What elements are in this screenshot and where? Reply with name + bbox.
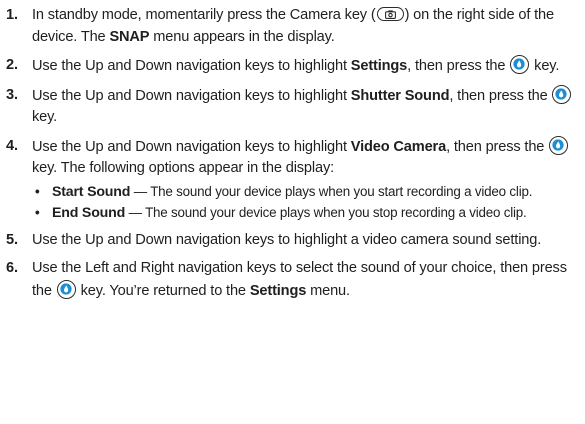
step-5: 5. Use the Up and Down navigation keys t… bbox=[6, 230, 579, 252]
step-number: 1. bbox=[6, 7, 18, 23]
instruction-page: 1. In standby mode, momentarily press th… bbox=[0, 0, 585, 424]
step-text: Use the Up and Down navigation keys to h… bbox=[32, 231, 542, 248]
step-number: 4. bbox=[6, 137, 18, 154]
option-item-start-sound: • Start Sound — The sound your device pl… bbox=[32, 183, 579, 202]
step-6: 6. Use the Left and Right navigation key… bbox=[6, 258, 579, 302]
menu-name-video-camera: Video Camera bbox=[350, 138, 447, 155]
option-label: Start Sound bbox=[52, 183, 131, 200]
step-text: Use the Up and Down navigation keys to h… bbox=[32, 84, 579, 129]
step-text: Use the Up and Down navigation keys to h… bbox=[32, 55, 579, 78]
ok-key-icon bbox=[510, 55, 530, 74]
step-3: 3. Use the Up and Down navigation keys t… bbox=[6, 84, 579, 129]
step-text: In standby mode, momentarily press the C… bbox=[32, 7, 554, 45]
step-number: 3. bbox=[6, 86, 18, 103]
step-number: 6. bbox=[6, 260, 18, 276]
menu-name-settings: Settings bbox=[350, 58, 408, 74]
step-number: 2. bbox=[6, 57, 18, 73]
menu-name-settings: Settings bbox=[249, 282, 307, 299]
ok-key-icon bbox=[56, 279, 76, 299]
option-description: — The sound your device plays when you s… bbox=[130, 183, 533, 199]
step-text: Use the Up and Down navigation keys to h… bbox=[32, 135, 579, 223]
menu-name-shutter-sound: Shutter Sound bbox=[350, 87, 450, 104]
step-2: 2. Use the Up and Down navigation keys t… bbox=[6, 55, 579, 78]
option-item-end-sound: • End Sound — The sound your device play… bbox=[32, 204, 579, 223]
ok-key-icon bbox=[549, 135, 569, 155]
step-text: Use the Left and Right navigation keys t… bbox=[32, 260, 567, 299]
camera-key-icon bbox=[376, 7, 404, 21]
options-list: • Start Sound — The sound your device pl… bbox=[32, 183, 579, 223]
step-4: 4. Use the Up and Down navigation keys t… bbox=[6, 135, 579, 223]
bullet-marker: • bbox=[35, 205, 40, 220]
bullet-marker: • bbox=[35, 183, 40, 199]
ok-key-icon bbox=[552, 84, 572, 104]
option-description: — The sound your device plays when you s… bbox=[125, 205, 527, 220]
option-label: End Sound bbox=[52, 205, 126, 221]
step-number: 5. bbox=[6, 231, 18, 248]
step-1: 1. In standby mode, momentarily press th… bbox=[6, 5, 579, 48]
menu-name-snap: SNAP bbox=[109, 28, 150, 45]
